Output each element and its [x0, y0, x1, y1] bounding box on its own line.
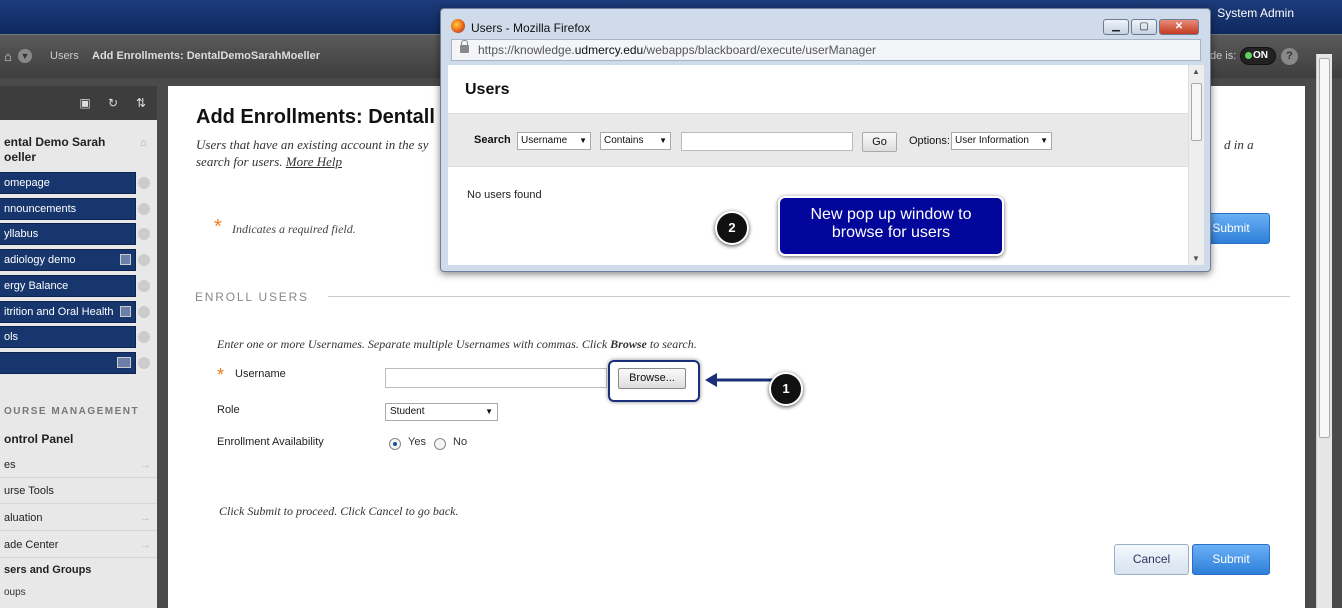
step-1-marker: 1 [769, 372, 803, 406]
course-title[interactable]: ental Demo Sarah oeller [4, 135, 134, 165]
chevron-down-icon[interactable] [138, 203, 150, 215]
content-link-icon [120, 306, 131, 317]
availability-no-radio[interactable] [434, 438, 446, 450]
content-link-icon [120, 254, 131, 265]
close-icon[interactable]: ✕ [1159, 19, 1199, 35]
section-divider [328, 296, 1290, 297]
options-select[interactable]: User Information ▼ [951, 132, 1052, 150]
chevron-down-icon[interactable] [138, 280, 150, 292]
arrow-right-icon: → [140, 459, 151, 471]
cp-item-files[interactable]: es → [0, 452, 157, 478]
firefox-icon [451, 19, 465, 33]
sidebar-item-radiology-demo[interactable]: adiology demo [0, 249, 136, 271]
dropdown-caret-icon: ▼ [579, 136, 587, 145]
refresh-icon[interactable]: ↻ [102, 94, 124, 112]
availability-label: Enrollment Availability [217, 436, 324, 448]
role-select[interactable]: Student ▼ [385, 403, 498, 421]
maximize-icon[interactable]: ▢ [1131, 19, 1157, 35]
sidebar-item-tools[interactable]: ols [0, 326, 136, 348]
cp-item-users-groups[interactable]: sers and Groups [4, 564, 91, 576]
breadcrumb-current: Add Enrollments: DentalDemoSarahMoeller [92, 50, 320, 62]
lock-icon [460, 40, 469, 53]
search-operator-select[interactable]: Contains ▼ [600, 132, 671, 150]
no-results-message: No users found [467, 189, 542, 201]
course-management-heading: OURSE MANAGEMENT [4, 406, 140, 417]
options-label: Options: [909, 135, 950, 147]
chevron-down-icon[interactable]: ▼ [18, 49, 32, 63]
chevron-down-icon[interactable] [138, 306, 150, 318]
popup-scrollbar[interactable]: ▲ ▼ [1188, 65, 1204, 265]
popup-heading: Users [465, 81, 510, 98]
callout-popup-note: New pop up window to browse for users [778, 196, 1004, 256]
chevron-down-icon[interactable] [138, 254, 150, 266]
arrow-right-icon: → [140, 539, 151, 551]
availability-yes-radio[interactable] [389, 438, 401, 450]
course-menu-sidebar: ▣ ↻ ⇅ ental Demo Sarah oeller ⌂ omepage … [0, 86, 157, 608]
minimize-icon[interactable]: ▁ [1103, 19, 1129, 35]
search-label: Search [474, 134, 511, 146]
sidebar-toolbar: ▣ ↻ ⇅ [0, 86, 157, 120]
section-heading: ENROLL USERS [195, 290, 309, 304]
dropdown-caret-icon: ▼ [1040, 136, 1048, 145]
dropdown-caret-icon: ▼ [659, 136, 667, 145]
chevron-down-icon[interactable] [138, 177, 150, 189]
home-icon[interactable]: ⌂ [4, 49, 12, 64]
username-label: Username [235, 368, 286, 380]
scrollbar-thumb[interactable] [1191, 83, 1202, 141]
required-star-icon: * [214, 216, 222, 238]
search-field-select[interactable]: Username ▼ [517, 132, 591, 150]
scroll-up-icon[interactable]: ▲ [1192, 67, 1200, 76]
course-home-icon[interactable]: ⌂ [140, 137, 147, 149]
search-bar: Search Username ▼ Contains ▼ Go Options: U… [448, 113, 1188, 167]
sidebar-item-announcements[interactable]: nnouncements [0, 198, 136, 220]
required-star-icon: * [217, 365, 225, 385]
cp-item-course-tools[interactable]: urse Tools [0, 478, 157, 504]
required-note: Indicates a required field. [232, 222, 356, 236]
user-name-link[interactable]: System Admin [1217, 6, 1294, 20]
scrollbar-thumb[interactable] [1319, 58, 1330, 438]
address-bar[interactable]: https://knowledge.udmercy.edu/webapps/bl… [451, 39, 1201, 61]
chevron-down-icon[interactable] [138, 228, 150, 240]
control-panel-heading: ontrol Panel [4, 432, 74, 446]
cancel-button[interactable]: Cancel [1114, 544, 1189, 575]
page-title: Add Enrollments: Dentall [196, 106, 435, 128]
window-title: Users - Mozilla Firefox [471, 21, 591, 35]
window-titlebar[interactable]: Users - Mozilla Firefox ▁ ▢ ✕ [441, 9, 1210, 37]
availability-yes-label[interactable]: Yes [408, 436, 426, 448]
sidebar-item-unnamed[interactable] [0, 352, 136, 374]
breadcrumb-users[interactable]: Users [50, 50, 79, 62]
sidebar-item-homepage[interactable]: omepage [0, 172, 136, 194]
arrow-right-icon: → [140, 512, 151, 524]
scroll-down-icon[interactable]: ▼ [1192, 254, 1200, 263]
sidebar-item-nutrition[interactable]: itrition and Oral Health [0, 301, 136, 323]
module-page-icon [117, 357, 131, 368]
folder-icon[interactable]: ▣ [74, 94, 96, 112]
username-input[interactable] [385, 368, 607, 388]
sort-icon[interactable]: ⇅ [130, 94, 152, 112]
edit-mode-label: de is: [1210, 50, 1237, 62]
submit-button[interactable]: Submit [1192, 544, 1270, 575]
cp-item-evaluation[interactable]: aluation → [0, 505, 157, 531]
dropdown-caret-icon: ▼ [485, 407, 493, 416]
chevron-down-icon[interactable] [138, 331, 150, 343]
help-icon[interactable]: ? [1281, 48, 1298, 65]
edit-mode-toggle[interactable]: ON [1240, 47, 1276, 65]
availability-no-label[interactable]: No [453, 436, 467, 448]
callout-arrow [702, 371, 774, 389]
search-input[interactable] [681, 132, 853, 151]
step-2-marker: 2 [715, 211, 749, 245]
enroll-instructions: Enter one or more Usernames. Separate mu… [217, 337, 697, 351]
cp-item-grade-center[interactable]: ade Center → [0, 532, 157, 558]
chevron-down-icon[interactable] [138, 357, 150, 369]
more-help-link[interactable]: More Help [286, 154, 342, 169]
go-button[interactable]: Go [862, 132, 897, 152]
browse-button[interactable]: Browse... [618, 368, 686, 389]
sidebar-item-syllabus[interactable]: yllabus [0, 223, 136, 245]
page-scrollbar[interactable] [1316, 54, 1332, 608]
sidebar-item-energy-balance[interactable]: ergy Balance [0, 275, 136, 297]
cp-subitem-groups[interactable]: oups [4, 587, 26, 598]
proceed-instructions: Click Submit to proceed. Click Cancel to… [219, 504, 459, 518]
role-label: Role [217, 404, 240, 416]
